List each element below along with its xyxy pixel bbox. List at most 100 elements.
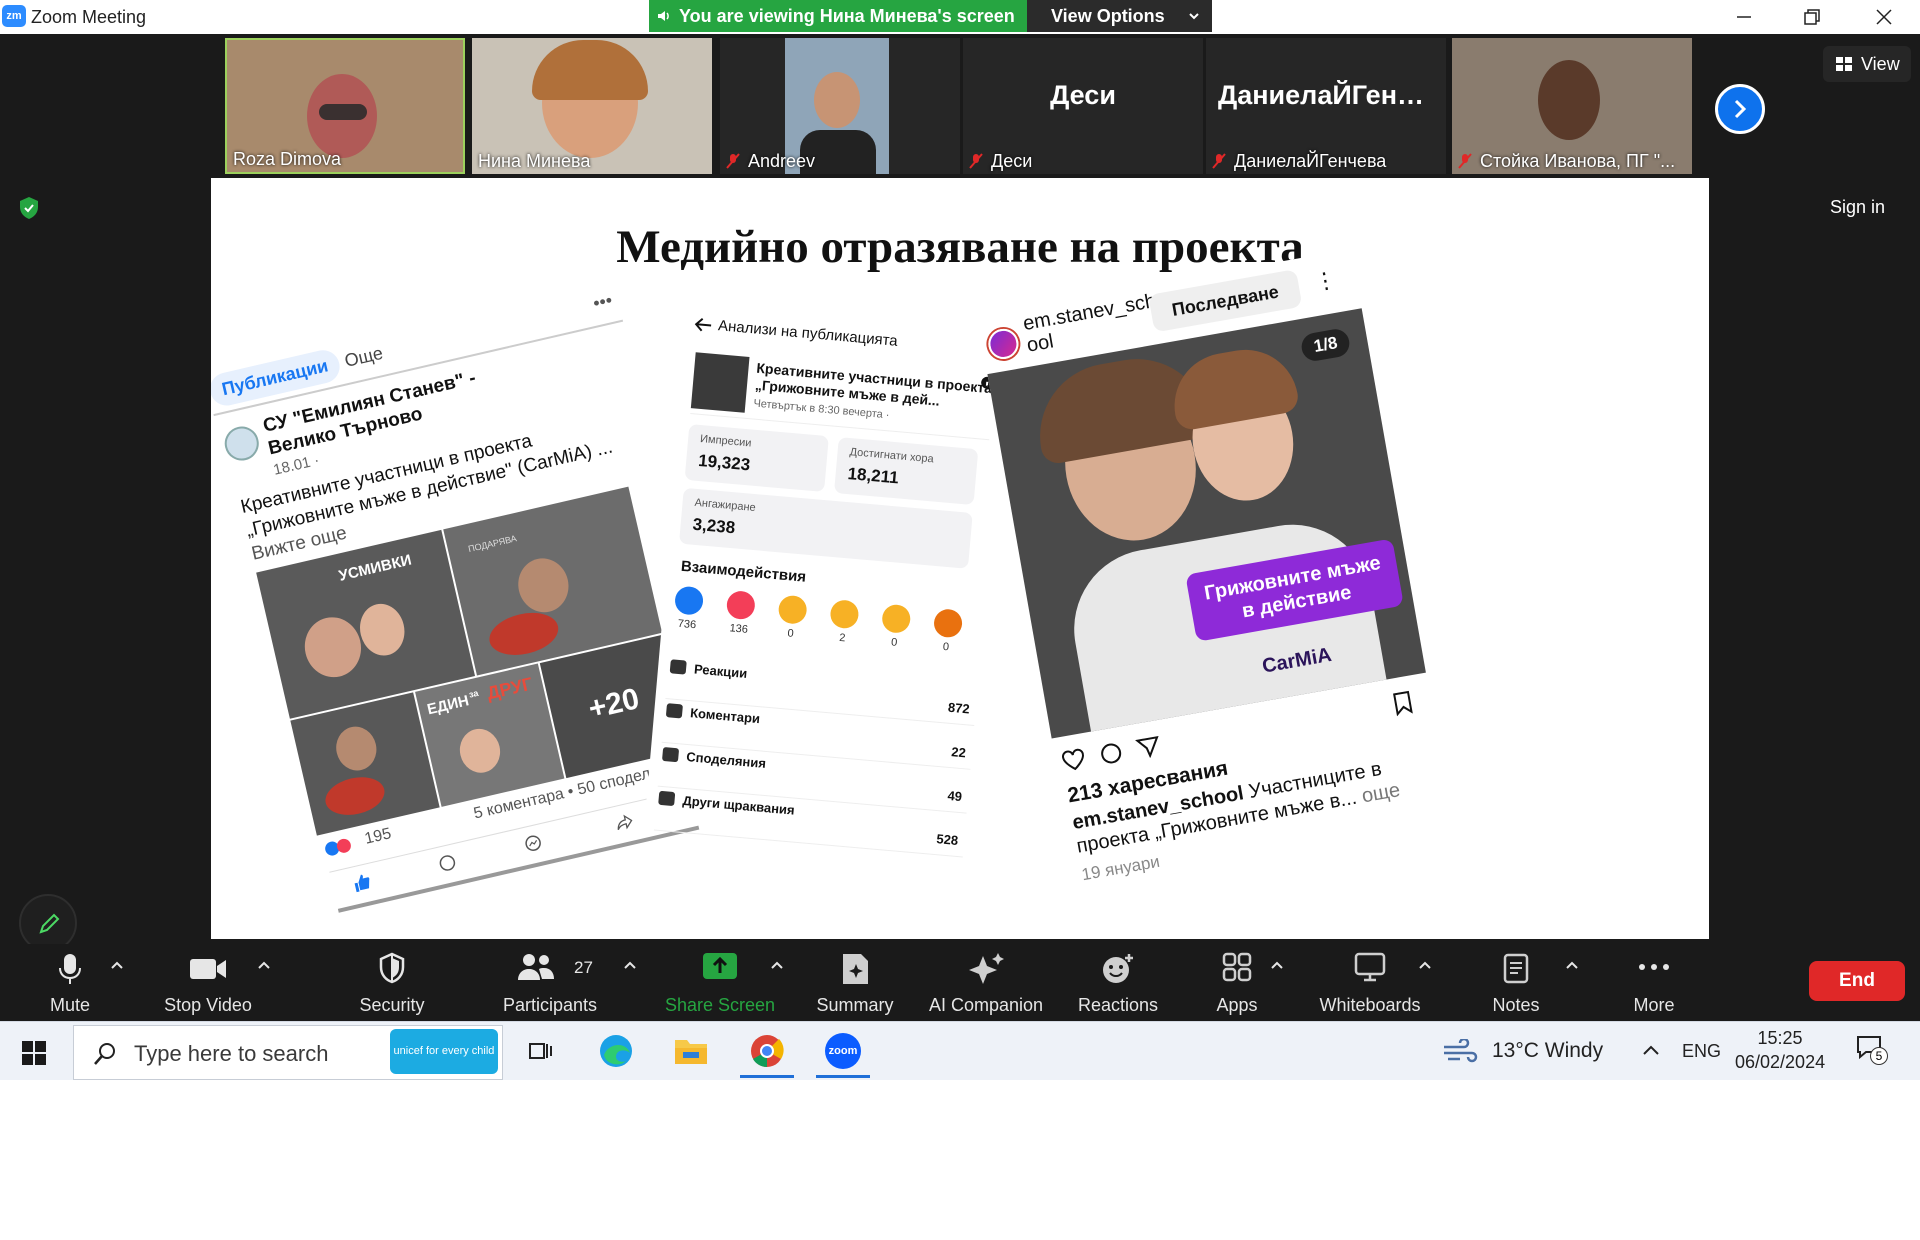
reaction-count: 136: [729, 622, 749, 636]
impressions-card: Импресии 19,323: [684, 424, 829, 492]
file-explorer-button[interactable]: [660, 1022, 722, 1080]
edge-browser-button[interactable]: [585, 1022, 647, 1080]
language-indicator[interactable]: ENG: [1682, 1041, 1721, 1062]
messenger-icon: [525, 835, 541, 851]
participant-name: Roza Dimova: [233, 149, 342, 169]
encryption-shield-icon[interactable]: [18, 196, 40, 220]
notifications-button[interactable]: 5: [1856, 1035, 1888, 1065]
video-options-caret-icon[interactable]: [257, 960, 271, 970]
participant-name: Andreev: [726, 151, 815, 172]
task-view-button[interactable]: [509, 1022, 571, 1080]
notes-button[interactable]: Notes: [1470, 944, 1562, 1021]
chrome-icon: [751, 1035, 784, 1068]
post-insights-screenshot: Анализи на публикацията Креативните учас…: [645, 309, 1019, 858]
more-button[interactable]: More: [1612, 944, 1696, 1021]
participant-name: Деси: [969, 151, 1032, 172]
heart-icon: [1062, 748, 1084, 771]
participant-tile[interactable]: Стойка Иванова, ПГ "...: [1452, 38, 1692, 174]
taskbar-search-input[interactable]: Type here to search unicef for every chi…: [73, 1025, 503, 1080]
weather-text[interactable]: 13°C Windy: [1492, 1039, 1603, 1063]
reaction-icons: [325, 838, 351, 856]
security-button[interactable]: Security: [344, 944, 440, 1021]
apps-options-caret-icon[interactable]: [1270, 960, 1284, 970]
poinsettia-shape: [321, 771, 389, 821]
apps-button[interactable]: Apps: [1198, 944, 1276, 1021]
chevron-down-icon: [1189, 13, 1199, 20]
photo: ЕДИН за ДРУГ: [415, 663, 565, 807]
notes-options-caret-icon[interactable]: [1565, 960, 1579, 970]
unicef-highlight-banner[interactable]: unicef for every child: [390, 1029, 498, 1074]
chrome-browser-button[interactable]: [736, 1022, 798, 1080]
share-options-caret-icon[interactable]: [770, 960, 784, 970]
mute-options-caret-icon[interactable]: [110, 960, 124, 970]
participant-tile[interactable]: Деси Деси: [963, 38, 1203, 174]
restore-button[interactable]: [1784, 0, 1840, 34]
participant-tile[interactable]: ДаниелаЙГенч... ДаниелаЙГенчева: [1206, 38, 1446, 174]
windows-start-icon[interactable]: [22, 1041, 46, 1065]
hair-shape: [532, 40, 648, 100]
chevron-up-icon[interactable]: [1642, 1044, 1660, 1056]
whiteboards-options-caret-icon[interactable]: [1418, 960, 1432, 970]
love-icon: [725, 590, 757, 621]
participant-name: Нина Минева: [478, 151, 591, 171]
profile-avatar: [986, 326, 1021, 362]
sign-in-link[interactable]: Sign in: [1830, 197, 1885, 218]
participant-name: Стойка Иванова, ПГ "...: [1458, 151, 1675, 172]
participants-label: Participants: [502, 995, 598, 1015]
notes-label: Notes: [1492, 995, 1540, 1015]
participant-tile[interactable]: Roza Dimova: [225, 38, 465, 174]
tab-more: Още: [342, 342, 385, 371]
mute-button[interactable]: Mute: [30, 944, 110, 1021]
shield-icon: [379, 952, 405, 984]
poinsettia-shape: [485, 606, 563, 662]
close-button[interactable]: [1856, 0, 1912, 34]
reaction-count: 2: [838, 631, 846, 645]
reactions-icon: [669, 659, 687, 675]
security-label: Security: [359, 995, 425, 1015]
face-shape: [298, 611, 367, 683]
ai-companion-button[interactable]: AI Companion: [925, 944, 1047, 1021]
photo-tiny-text: ПОДАРЯВА: [467, 533, 518, 555]
face-shape: [331, 722, 381, 775]
bookmark-icon: [1393, 690, 1413, 717]
next-page-button[interactable]: [1715, 84, 1765, 134]
speaker-icon: [658, 11, 669, 21]
summary-button[interactable]: Summary: [808, 944, 902, 1021]
row-label: Други щраквания: [681, 792, 796, 818]
reactions-button[interactable]: Reactions: [1068, 944, 1168, 1021]
zoom-app-button[interactable]: zoom: [812, 1022, 874, 1080]
weather-wind-icon[interactable]: [1442, 1039, 1480, 1063]
participant-tile[interactable]: Нина Минева: [472, 38, 712, 174]
edge-icon: [600, 1035, 632, 1067]
window-title: Zoom Meeting: [31, 7, 147, 27]
participant-video: [1538, 60, 1600, 140]
whiteboards-button[interactable]: Whiteboards: [1310, 944, 1430, 1021]
end-meeting-button[interactable]: End: [1809, 961, 1905, 1001]
interactions-title: Взаимодействия: [680, 557, 807, 586]
wow-icon: [829, 599, 860, 630]
stop-video-button[interactable]: Stop Video: [150, 944, 266, 1021]
sad-icon: [881, 603, 912, 634]
reaction-count: 0: [890, 636, 898, 649]
reaction-love: 136: [723, 590, 757, 636]
share-screen-label: Share Screen: [664, 995, 776, 1015]
row-label: Реакции: [693, 661, 748, 681]
participant-display-name: Деси: [1050, 80, 1116, 110]
apps-label: Apps: [1216, 995, 1258, 1015]
view-button[interactable]: View: [1823, 46, 1911, 82]
participant-tile[interactable]: Andreev: [720, 38, 960, 174]
task-view-icon: [529, 1043, 552, 1059]
participants-options-caret-icon[interactable]: [623, 960, 637, 970]
reaction-count: 736: [677, 617, 697, 632]
screen-share-banner: You are viewing Нина Минева's screen: [649, 0, 1027, 32]
insights-title: Анализи на публикацията: [717, 317, 899, 350]
system-clock[interactable]: 15:25 06/02/2024: [1735, 1026, 1825, 1074]
participants-button[interactable]: 27 Participants: [495, 944, 605, 1021]
photo-label: УСМИВКИ: [337, 551, 414, 585]
view-options-button[interactable]: View Options: [1027, 0, 1212, 32]
share-screen-button[interactable]: Share Screen: [662, 944, 778, 1021]
ai-companion-label: AI Companion: [928, 995, 1044, 1015]
impressions-label: Импресии: [699, 433, 752, 450]
minimize-button[interactable]: [1716, 0, 1772, 34]
instagram-post-screenshot: em.stanev_school Последване ⋮ 1/8 Грижов…: [977, 249, 1445, 884]
